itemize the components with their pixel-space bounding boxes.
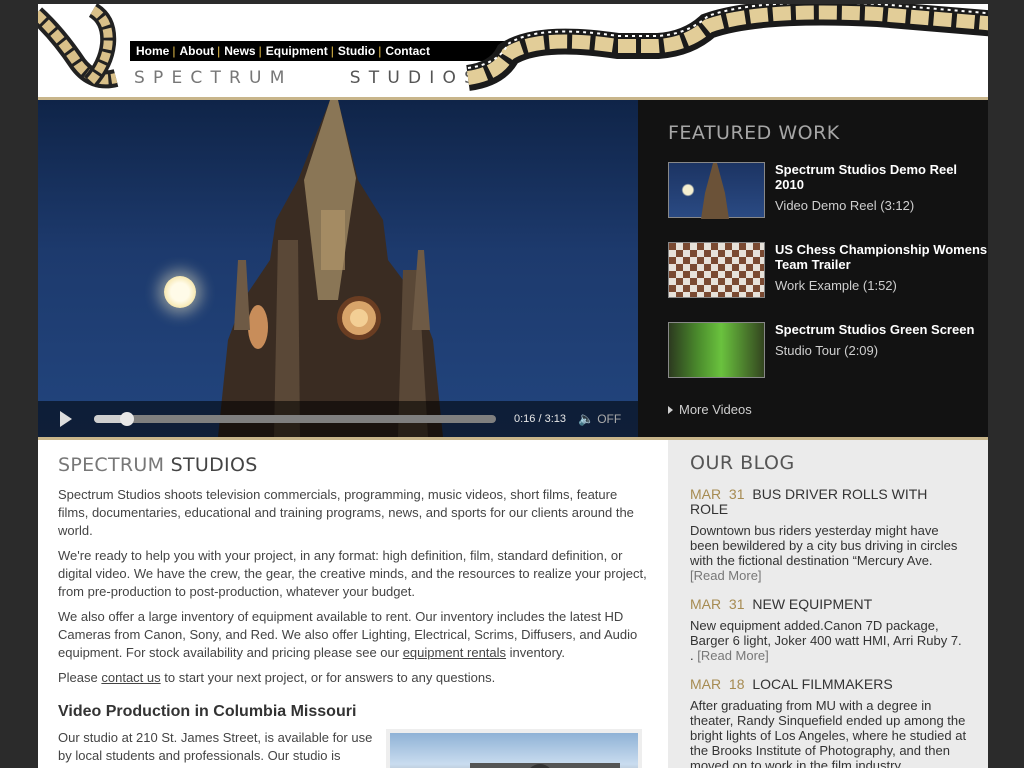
formats-paragraph: We're ready to help you with your projec… — [58, 548, 647, 599]
page: Home | About | News | Equipment | Studio… — [38, 4, 988, 768]
main-nav: Home | About | News | Equipment | Studio… — [130, 41, 510, 61]
read-more-link[interactable]: [Read More] — [690, 568, 762, 583]
play-icon[interactable] — [60, 411, 72, 427]
nav-studio[interactable]: Studio — [334, 44, 378, 58]
post-excerpt: New equipment added.Canon 7D package, Ba… — [690, 618, 962, 663]
featured-thumbnail[interactable] — [668, 242, 765, 298]
equipment-rentals-link[interactable]: equipment rentals — [403, 645, 506, 660]
nav-equipment[interactable]: Equipment — [262, 44, 331, 58]
contact-text: Please — [58, 670, 102, 685]
featured-heading: FEATURED WORK — [668, 122, 840, 144]
video-controls: 0:16 / 3:13 🔈 OFF — [38, 401, 638, 437]
post-title[interactable]: LOCAL FILMMAKERS — [752, 676, 892, 692]
main-column: SPECTRUM STUDIOS Spectrum Studios shoots… — [38, 440, 668, 768]
contact-paragraph: Please contact us to start your next pro… — [58, 669, 648, 687]
seek-handle[interactable] — [120, 412, 135, 426]
video-production-heading: Video Production in Columbia Missouri — [58, 703, 357, 720]
equipment-text-end: inventory. — [506, 645, 566, 660]
brand-word-1: SPECTRUM — [134, 68, 293, 88]
hero-section: 0:16 / 3:13 🔈 OFF FEATURED WORK Spectrum… — [38, 100, 988, 437]
featured-item[interactable]: Spectrum Studios Green Screen Studio Tou… — [668, 322, 988, 378]
blog-heading: OUR BLOG — [690, 452, 795, 474]
post-excerpt: Downtown bus riders yesterday might have… — [690, 523, 958, 583]
intro-paragraph: Spectrum Studios shoots television comme… — [58, 487, 634, 538]
nav-news[interactable]: News — [220, 44, 258, 58]
content: SPECTRUM STUDIOS Spectrum Studios shoots… — [38, 440, 988, 768]
more-videos-link[interactable]: More Videos — [668, 402, 988, 417]
heading-word-2: STUDIOS — [170, 454, 258, 476]
post-excerpt: After graduating from MU with a degree i… — [690, 698, 967, 768]
triangle-right-icon — [668, 405, 673, 414]
blog-sidebar: OUR BLOG MAR 31 BUS DRIVER ROLLS WITH RO… — [668, 440, 988, 768]
featured-work: FEATURED WORK Spectrum Studios Demo Reel… — [638, 100, 988, 437]
post-date: MAR 18 — [690, 676, 745, 692]
featured-title[interactable]: US Chess Championship Womens Team Traile… — [775, 242, 988, 272]
site-brand[interactable]: SPECTRUM STUDIOS — [134, 68, 483, 88]
video-time: 0:16 / 3:13 — [514, 413, 566, 425]
blog-post: MAR 18 LOCAL FILMMAKERS After graduating… — [690, 677, 968, 768]
header: Home | About | News | Equipment | Studio… — [38, 4, 988, 100]
blog-post: MAR 31 NEW EQUIPMENT New equipment added… — [690, 597, 968, 664]
featured-item[interactable]: US Chess Championship Womens Team Traile… — [668, 242, 988, 298]
featured-subtitle: Work Example (1:52) — [775, 278, 897, 293]
contact-text-end: to start your next project, or for answe… — [160, 670, 496, 685]
featured-subtitle: Studio Tour (2:09) — [775, 343, 879, 358]
blog-post-header[interactable]: MAR 31 BUS DRIVER ROLLS WITH ROLE — [690, 487, 968, 517]
seek-bar[interactable] — [94, 412, 496, 426]
clock-tower-image — [218, 100, 443, 437]
studio-paragraph: Our studio at 210 St. James Street, is a… — [58, 730, 373, 768]
featured-title[interactable]: Spectrum Studios Demo Reel 2010 — [775, 162, 988, 192]
featured-thumbnail[interactable] — [668, 162, 765, 219]
speaker-icon: 🔈 — [578, 411, 595, 426]
nav-contact[interactable]: Contact — [381, 44, 433, 58]
film-reel-logo-icon — [38, 4, 119, 89]
mute-label: OFF — [597, 412, 622, 426]
blog-post-header[interactable]: MAR 31 NEW EQUIPMENT — [690, 597, 968, 612]
featured-subtitle: Video Demo Reel (3:12) — [775, 198, 915, 213]
featured-title[interactable]: Spectrum Studios Green Screen — [775, 322, 974, 337]
mute-toggle[interactable]: 🔈 OFF — [578, 411, 621, 427]
nav-home[interactable]: Home — [132, 44, 172, 58]
read-more-link[interactable]: [Read More] — [697, 648, 769, 663]
main-heading: SPECTRUM STUDIOS — [58, 454, 648, 476]
heading-word-1: SPECTRUM — [58, 454, 165, 476]
featured-item[interactable]: Spectrum Studios Demo Reel 2010 Video De… — [668, 162, 988, 219]
post-date: MAR 31 — [690, 596, 745, 612]
blog-post: MAR 31 BUS DRIVER ROLLS WITH ROLE Downto… — [690, 487, 968, 584]
post-title[interactable]: NEW EQUIPMENT — [752, 596, 872, 612]
contact-us-link[interactable]: contact us — [101, 670, 160, 685]
post-date: MAR 31 — [690, 486, 745, 502]
video-player[interactable]: 0:16 / 3:13 🔈 OFF — [38, 100, 638, 437]
nav-about[interactable]: About — [175, 44, 217, 58]
equipment-paragraph: We also offer a large inventory of equip… — [58, 608, 648, 662]
featured-thumbnail[interactable] — [668, 322, 765, 378]
studio-photo — [386, 729, 642, 768]
blog-post-header[interactable]: MAR 18 LOCAL FILMMAKERS — [690, 677, 968, 692]
film-strip-decoration-icon — [465, 4, 988, 91]
studio-row: Our studio at 210 St. James Street, is a… — [58, 729, 648, 768]
more-videos-label: More Videos — [679, 402, 752, 417]
